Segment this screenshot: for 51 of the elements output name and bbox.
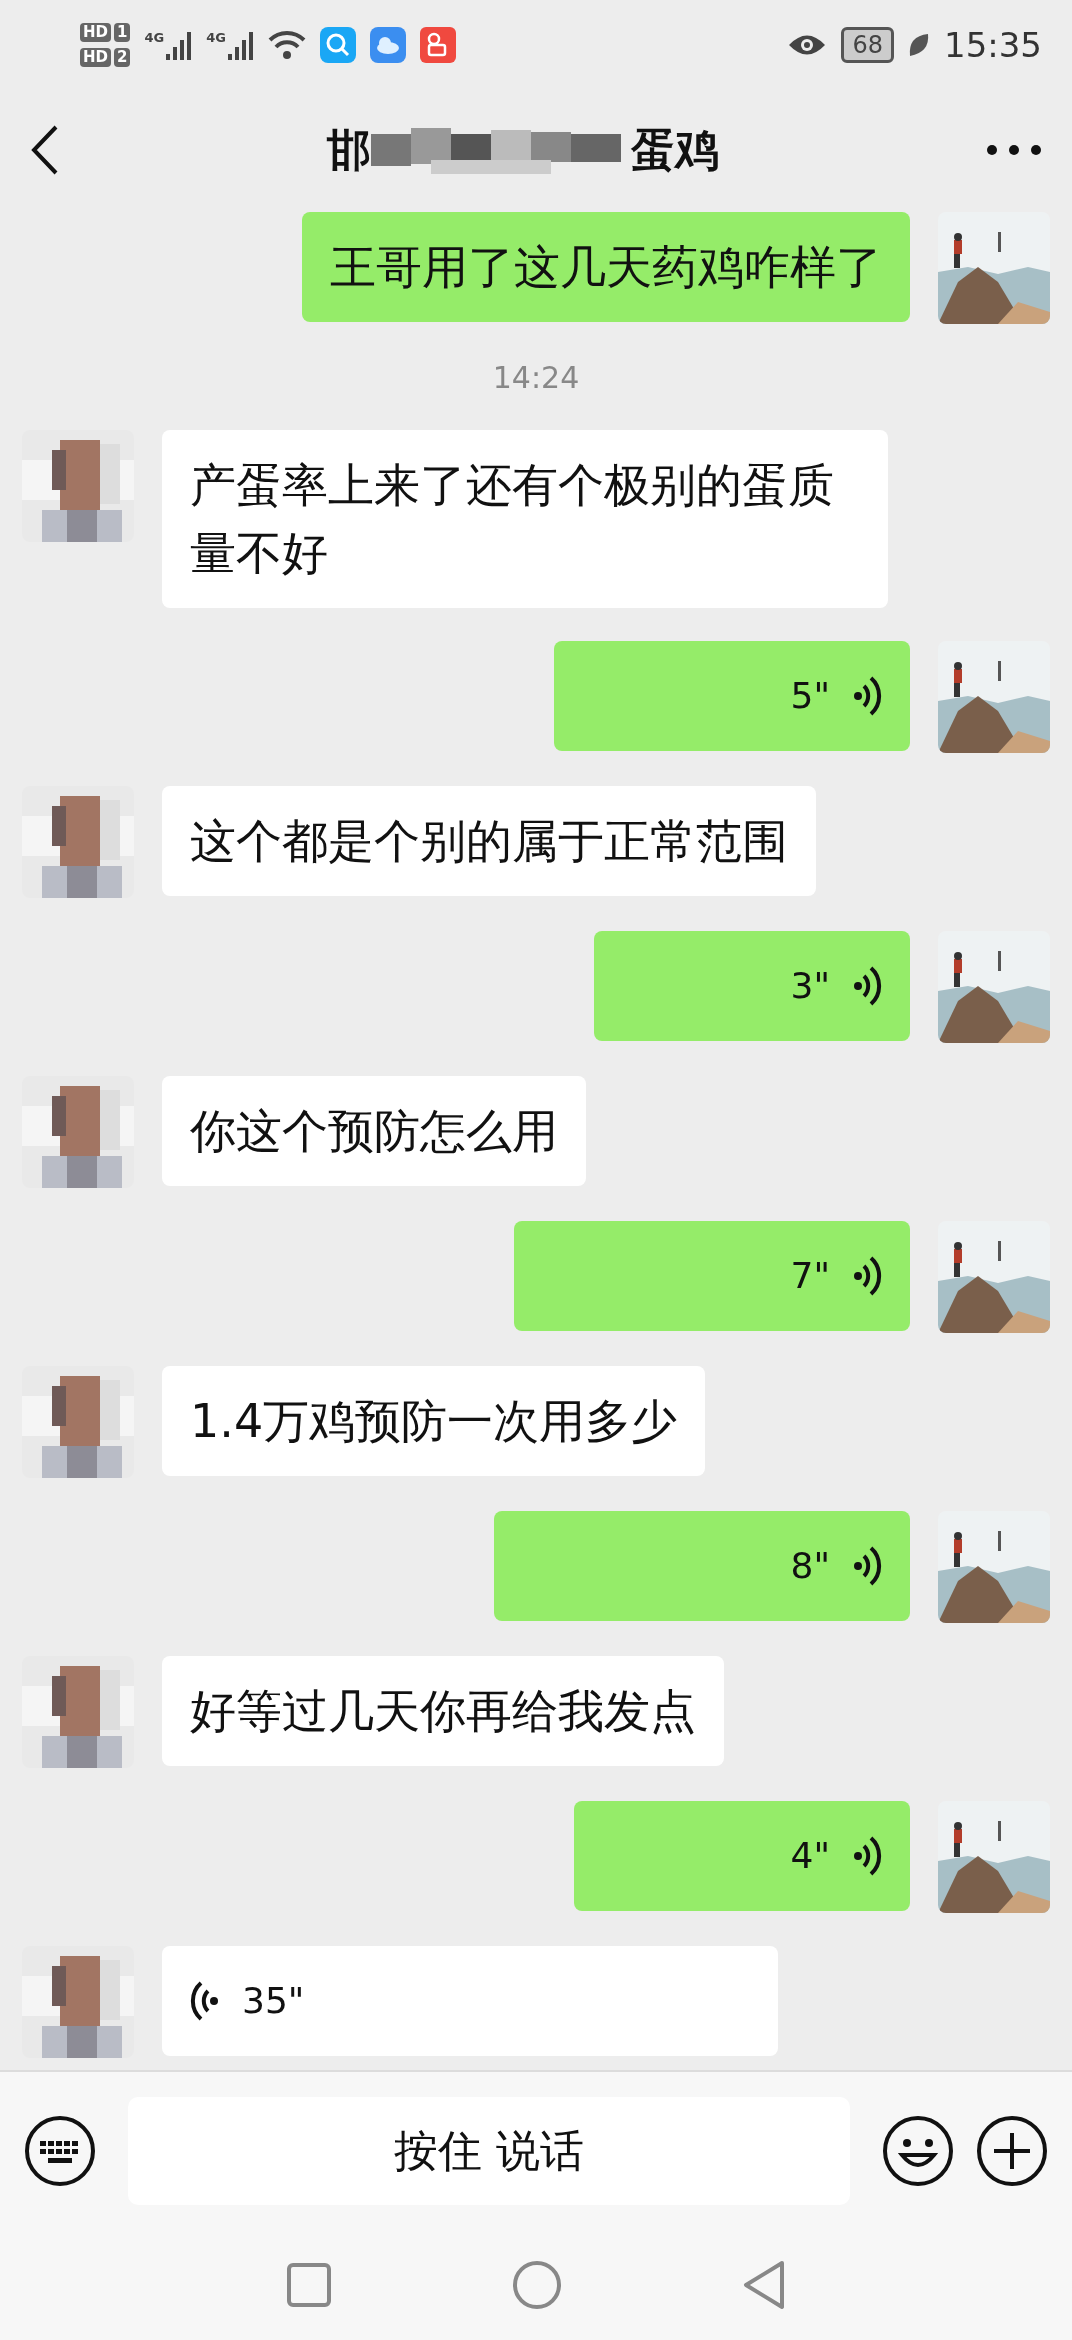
voice-message[interactable]: 35" (162, 1946, 778, 2056)
sim-slot: 1 (114, 23, 131, 42)
network-type: 4G (206, 30, 226, 45)
voice-icon (852, 964, 882, 1008)
voice-message[interactable]: 4" (574, 1801, 910, 1911)
wifi-icon (267, 30, 306, 60)
message-bubble: 1.4万鸡预防一次用多少 (162, 1366, 706, 1476)
chat-title: 蛋鸡 (631, 122, 719, 177)
signal-icon (166, 30, 193, 60)
timestamp: 14:24 (492, 359, 580, 395)
voice-duration: 4" (790, 1834, 830, 1878)
message-bubble: 王哥用了这几天药鸡咋样了 (302, 212, 910, 322)
status-time: 15:35 (944, 25, 1042, 65)
voice-duration: 7" (790, 1254, 830, 1298)
emoji-icon[interactable] (882, 2115, 954, 2187)
message-bubble: 好等过几天你再给我发点 (162, 1656, 724, 1766)
voice-message[interactable]: 5" (554, 641, 910, 751)
voice-message[interactable]: 3" (594, 931, 910, 1041)
chat-title: 邯 (327, 122, 371, 177)
search-app-icon (319, 27, 356, 63)
signal-icon (227, 30, 254, 60)
video-app-icon (419, 27, 456, 63)
voice-icon (190, 1979, 220, 2023)
recents-icon[interactable] (286, 2262, 332, 2308)
voice-icon (852, 1254, 882, 1298)
battery-level: 68 (841, 27, 894, 63)
sim-label: HD (80, 23, 111, 42)
voice-message[interactable]: 8" (494, 1511, 910, 1621)
back-icon[interactable] (30, 125, 60, 175)
message-bubble: 这个都是个别的属于正常范围 (162, 786, 816, 896)
voice-icon (852, 1834, 882, 1878)
message-bubble: 你这个预防怎么用 (162, 1076, 586, 1186)
back-nav-icon[interactable] (742, 2260, 786, 2310)
more-icon[interactable] (986, 144, 1042, 156)
sim-label: HD (80, 48, 111, 67)
plus-icon[interactable] (976, 2115, 1048, 2187)
keyboard-icon[interactable] (24, 2115, 96, 2187)
voice-message[interactable]: 7" (514, 1221, 910, 1331)
voice-duration: 8" (790, 1544, 830, 1588)
voice-duration: 3" (790, 964, 830, 1008)
message-bubble: 产蛋率上来了还有个极别的蛋质量不好 (162, 430, 888, 608)
sim-slot: 2 (114, 48, 131, 67)
voice-duration: 35" (242, 1979, 305, 2023)
network-type: 4G (144, 30, 165, 45)
cloud-app-icon (369, 27, 406, 63)
voice-duration: 5" (790, 674, 830, 718)
voice-icon (852, 1544, 882, 1588)
leaf-icon (908, 32, 930, 58)
hold-to-talk-button[interactable]: 按住 说话 (128, 2097, 850, 2205)
voice-icon (852, 674, 882, 718)
home-icon[interactable] (512, 2260, 562, 2310)
